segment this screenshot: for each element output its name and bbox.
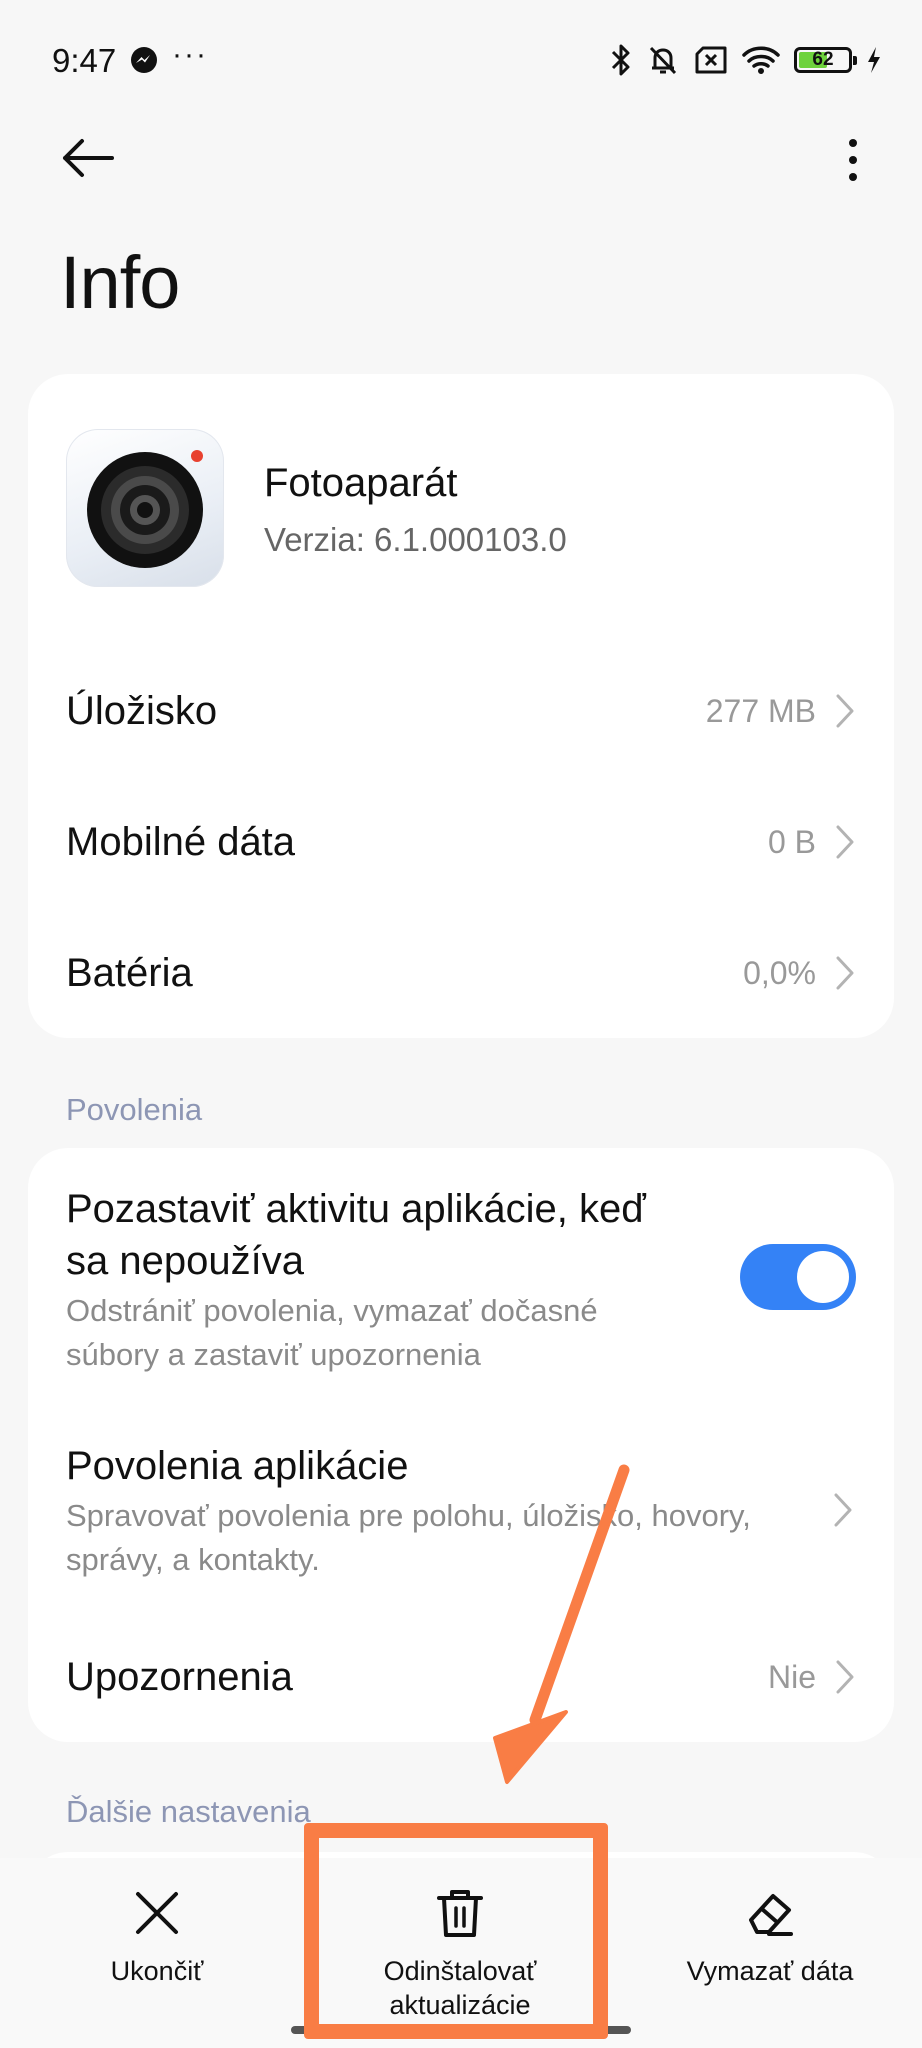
notifications-label: Upozornenia (66, 1654, 293, 1699)
bluetooth-icon (611, 44, 630, 76)
arrow-left-icon (63, 139, 114, 177)
chevron-right-icon (836, 956, 854, 990)
toggle-knob (797, 1251, 849, 1303)
more-options-button[interactable] (828, 130, 878, 190)
app-info-screen: 9:47 ··· 62 Info Fotoaparát Verzia: 6.1.… (0, 0, 922, 2048)
app-permissions-subtitle: Spravovať povolenia pre polohu, úložisko… (66, 1498, 751, 1577)
battery-icon: 62 (794, 47, 857, 73)
eraser-icon (749, 1894, 793, 1936)
force-stop-button[interactable]: Ukončiť (82, 1858, 232, 2048)
annotation-highlight-box (304, 1823, 608, 2039)
mobile-data-label: Mobilné dáta (66, 819, 296, 864)
force-stop-label: Ukončiť (110, 1956, 204, 1986)
page-title: Info (60, 241, 180, 324)
pause-activity-subtitle: Odstrániť povolenia, vymazať dočasné súb… (66, 1293, 598, 1372)
battery-row[interactable]: Batéria 0,0% (66, 918, 856, 1028)
section-more-settings: Ďalšie nastavenia (66, 1794, 311, 1829)
storage-value: 277 MB (705, 692, 816, 729)
notifications-value: Nie (767, 1658, 816, 1695)
battery-label: Batéria (66, 950, 193, 995)
back-button[interactable] (60, 128, 130, 188)
clear-data-button[interactable]: Vymazať dáta (660, 1858, 880, 2048)
pause-activity-title: Pozastaviť aktivitu aplikácie, keď sa ne… (66, 1187, 646, 1283)
pause-activity-row[interactable]: Pozastaviť aktivitu aplikácie, keď sa ne… (66, 1183, 694, 1377)
camera-app-icon (66, 429, 224, 587)
wifi-icon (742, 46, 780, 74)
battery-percent: 62 (812, 49, 834, 70)
app-version: Verzia: 6.1.000103.0 (264, 521, 567, 558)
chevron-right-icon (836, 694, 854, 728)
mobile-data-value: 0 B (767, 823, 816, 860)
close-icon (136, 1892, 178, 1934)
charging-icon (868, 47, 880, 73)
status-bar: 9:47 ··· 62 (0, 0, 922, 120)
pause-activity-toggle[interactable] (740, 1244, 856, 1310)
muted-bell-icon (649, 46, 677, 75)
app-permissions-row[interactable]: Povolenia aplikácie Spravovať povolenia … (66, 1440, 784, 1582)
chevron-right-icon (836, 825, 854, 859)
status-time: 9:47 (52, 42, 117, 79)
mobile-data-row[interactable]: Mobilné dáta 0 B (66, 787, 856, 897)
app-permissions-title: Povolenia aplikácie (66, 1444, 409, 1488)
app-name: Fotoaparát (264, 461, 458, 505)
permissions-card: Pozastaviť aktivitu aplikácie, keď sa ne… (28, 1148, 894, 1742)
messenger-icon (131, 47, 157, 73)
no-sim-icon (695, 46, 727, 74)
chevron-right-icon (836, 1660, 854, 1694)
more-vertical-icon (849, 139, 857, 181)
section-permissions: Povolenia (66, 1092, 203, 1127)
chevron-right-icon (834, 1493, 852, 1527)
notifications-row[interactable]: Upozornenia Nie (66, 1622, 856, 1732)
more-notifications-icon: ··· (172, 38, 208, 71)
storage-label: Úložisko (66, 688, 218, 733)
app-info-card: Fotoaparát Verzia: 6.1.000103.0 Úložisko… (28, 374, 894, 1038)
clear-data-label: Vymazať dáta (686, 1956, 854, 1986)
app-header: Fotoaparát Verzia: 6.1.000103.0 (66, 429, 864, 589)
storage-row[interactable]: Úložisko 277 MB (66, 656, 856, 766)
status-icons: 62 (610, 40, 882, 80)
battery-value: 0,0% (743, 954, 816, 991)
